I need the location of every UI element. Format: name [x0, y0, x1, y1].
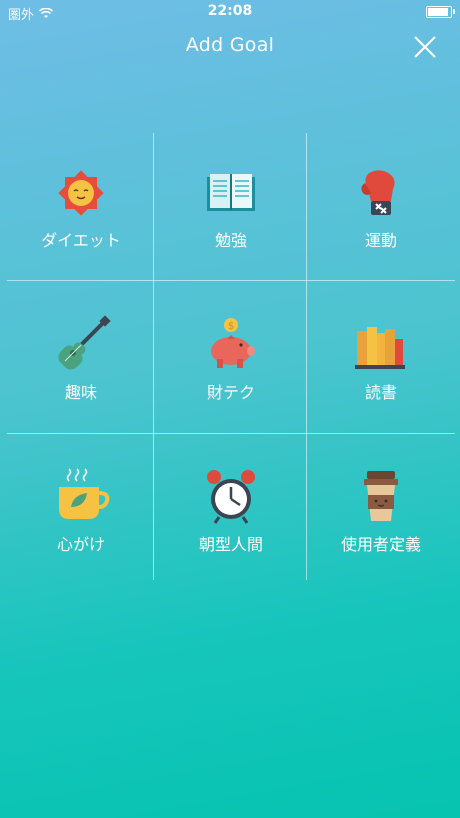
goal-label: 朝型人間 [198, 535, 263, 554]
goal-exercise[interactable]: 運動 [307, 133, 455, 283]
goal-label: 心がけ [56, 535, 105, 554]
goal-diet[interactable]: ダイエット [7, 133, 155, 283]
goal-label: 読書 [364, 383, 397, 402]
open-book-icon [207, 174, 255, 211]
nav-bar: Add Goal [0, 22, 460, 72]
goal-label: 運動 [364, 231, 397, 250]
goal-mindfulness[interactable]: 心がけ [7, 437, 155, 587]
coffee-cup-icon [364, 471, 398, 521]
battery-fill [428, 8, 448, 16]
goal-morning-person[interactable]: 朝型人間 [157, 437, 305, 587]
goal-custom[interactable]: 使用者定義 [307, 437, 455, 587]
sun-face-icon [58, 170, 104, 216]
battery-icon [426, 6, 455, 18]
piggy-bank-icon: $ [211, 318, 255, 368]
books-icon [355, 327, 405, 369]
close-icon[interactable] [412, 34, 438, 60]
goal-grid: ダイエット 勉強 運動 趣味 $ 財テク 読書 心がけ 朝型人間 使用者定義 [7, 133, 455, 580]
goal-label: 趣味 [64, 383, 97, 402]
goal-hobby[interactable]: 趣味 [7, 285, 155, 435]
goal-finance[interactable]: $ 財テク [157, 285, 305, 435]
goal-reading[interactable]: 読書 [307, 285, 455, 435]
goal-label: 勉強 [214, 231, 247, 250]
goal-study[interactable]: 勉強 [157, 133, 305, 283]
goal-label: 使用者定義 [340, 535, 421, 554]
status-bar: 圏外 22:08 [0, 0, 460, 23]
goal-label: 財テク [206, 383, 255, 402]
goal-label: ダイエット [41, 231, 121, 250]
alarm-clock-icon [207, 470, 255, 524]
page-title: Add Goal [185, 34, 275, 56]
status-time: 22:08 [207, 3, 253, 19]
tea-cup-icon [59, 468, 110, 519]
svg-text:$: $ [228, 321, 234, 332]
boxing-glove-icon [361, 170, 395, 215]
guitar-icon [58, 315, 111, 370]
